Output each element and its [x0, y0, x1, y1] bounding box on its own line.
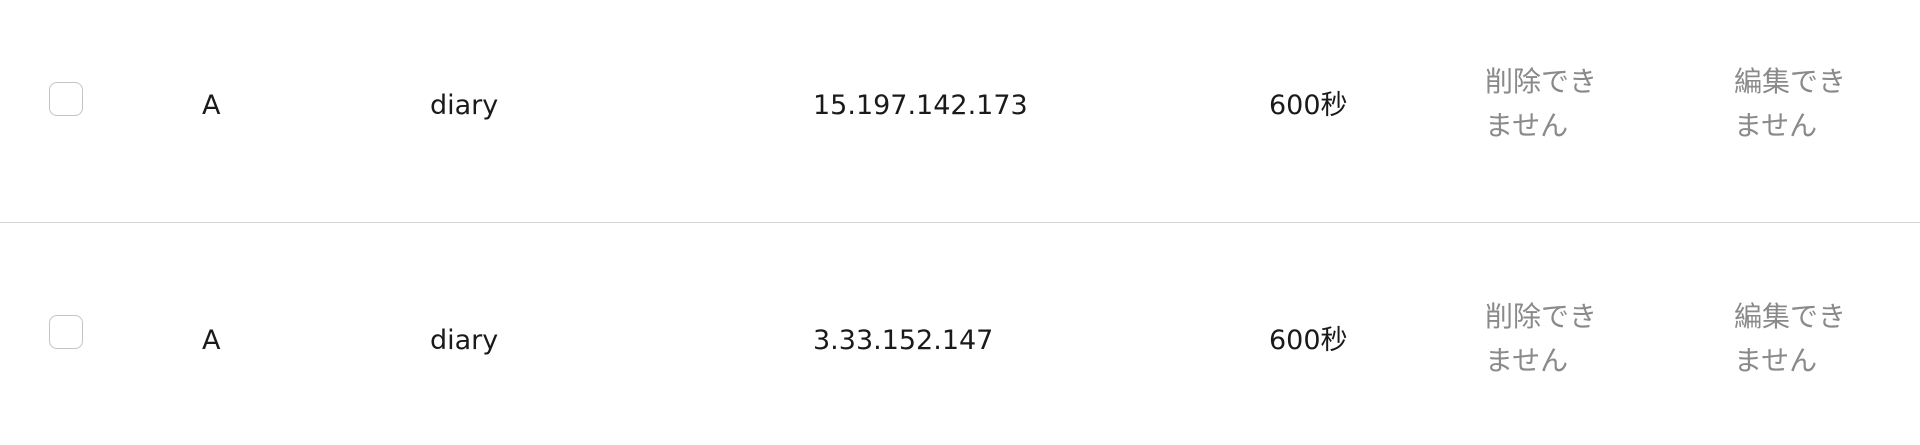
row-select-checkbox[interactable]	[49, 315, 83, 349]
record-value-cell: 15.197.142.173	[813, 90, 1028, 121]
dns-records-table: A diary 15.197.142.173 600秒 削除できません 編集でき…	[0, 0, 1920, 445]
edit-disabled-label: 編集できません	[1734, 65, 1847, 142]
record-ttl-cell: 600秒	[1269, 325, 1348, 356]
delete-disabled-label: 削除できません	[1485, 65, 1598, 142]
record-name-cell: diary	[430, 325, 499, 356]
record-type-cell: A	[202, 325, 221, 356]
record-name-cell: diary	[430, 90, 499, 121]
delete-disabled-label: 削除できません	[1485, 300, 1598, 377]
record-type-cell: A	[202, 90, 221, 121]
record-value-cell: 3.33.152.147	[813, 325, 994, 356]
table-row: A diary 15.197.142.173 600秒 削除できません 編集でき…	[0, 0, 1920, 222]
table-row: A diary 3.33.152.147 600秒 削除できません 編集できませ…	[0, 222, 1920, 445]
edit-disabled-label: 編集できません	[1734, 300, 1847, 377]
row-select-checkbox[interactable]	[49, 82, 83, 116]
record-ttl-cell: 600秒	[1269, 90, 1348, 121]
